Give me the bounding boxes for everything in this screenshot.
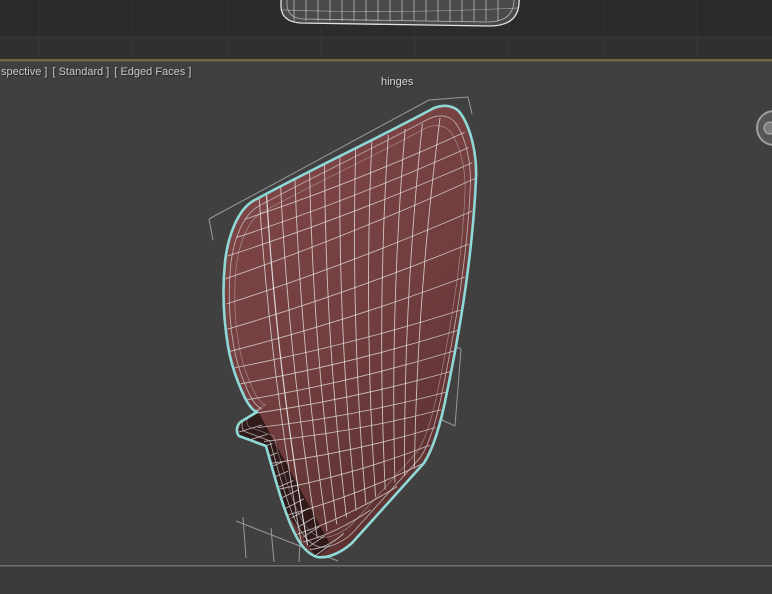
viewport-pov-menu[interactable]: spective ] [1,66,47,78]
object-name-label: hinges [381,76,414,88]
selected-object-hinges[interactable] [222,104,478,559]
viewport-top[interactable] [0,0,772,59]
panel-face [223,105,477,558]
viewport-label: spective ] [ Standard ] [ Edged Faces ] [1,66,191,78]
viewport-shading-menu[interactable]: [ Edged Faces ] [114,66,191,78]
3d-app-viewport-area: { "main_viewport": { "label_pov_truncate… [0,0,772,594]
top-view-object[interactable] [280,0,520,27]
viewport-perspective[interactable] [208,96,772,563]
viewport-splitter-bottom[interactable] [0,565,772,567]
viewport-render-preset-menu[interactable]: [ Standard ] [52,66,109,78]
navigation-gizmo[interactable] [756,110,772,146]
bottom-bar [0,566,772,594]
viewport-splitter-top[interactable] [0,59,772,62]
viewport-canvas[interactable] [0,0,772,594]
